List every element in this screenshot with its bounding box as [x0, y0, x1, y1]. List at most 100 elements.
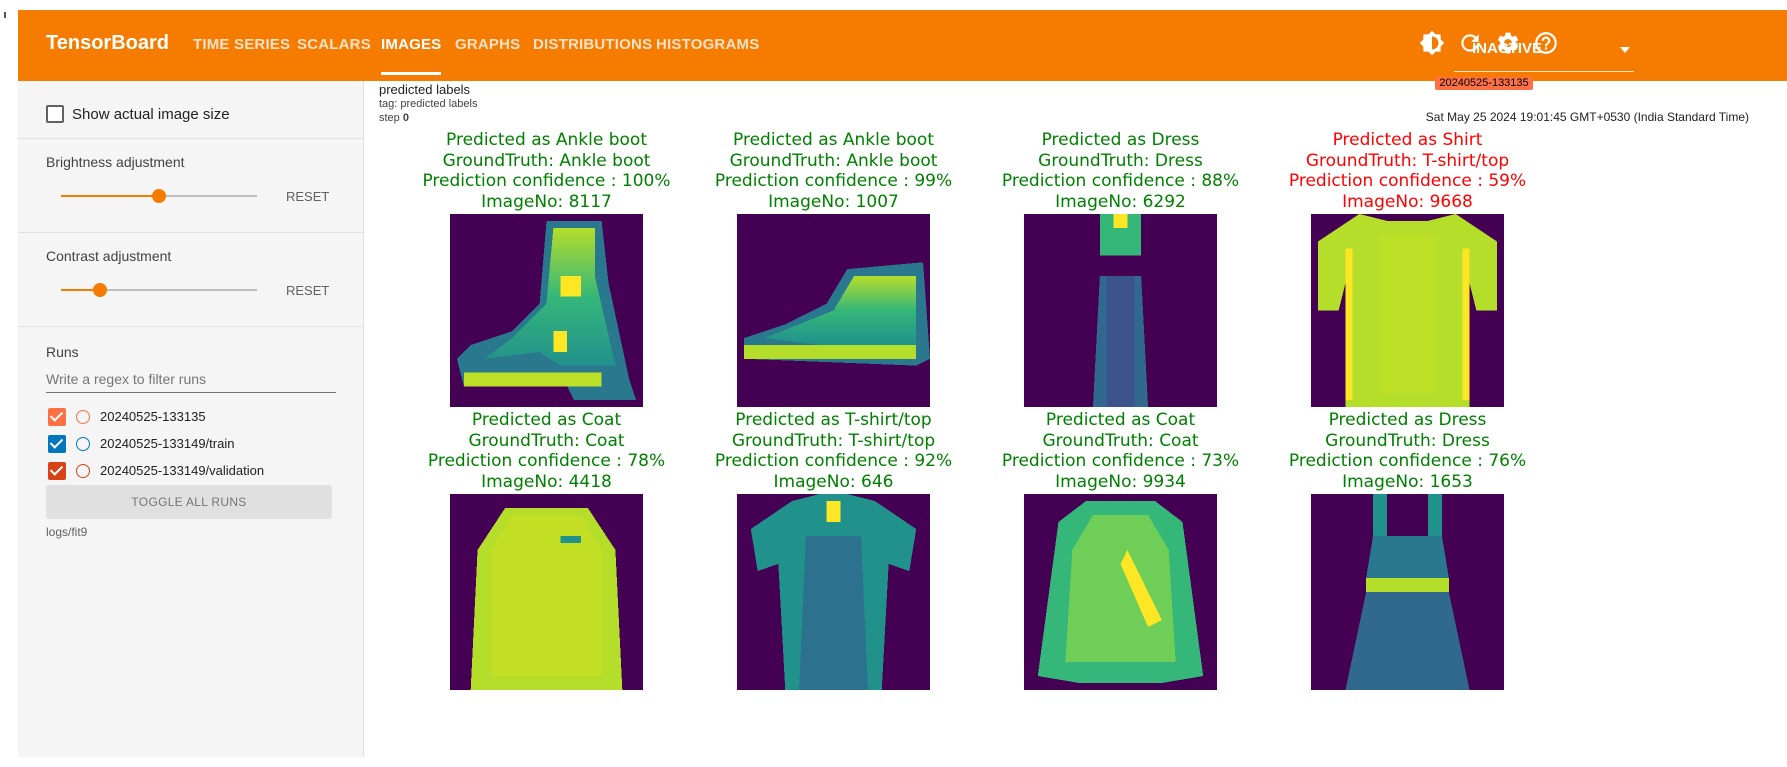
jacket-image[interactable]	[1024, 494, 1217, 690]
app-brand[interactable]: TensorBoard	[46, 32, 169, 55]
sidebar: Show actual image size Brightness adjust…	[18, 81, 364, 757]
caption-confidence: Prediction confidence : 76%	[1288, 451, 1527, 471]
card-title: predicted labels	[379, 82, 471, 97]
contrast-section: Contrast adjustment RESET	[18, 233, 364, 327]
polo-shirt-image[interactable]	[737, 494, 930, 690]
prediction-caption: Predicted as Ankle boot GroundTruth: Ankl…	[690, 130, 977, 212]
run-color-circle-icon[interactable]	[76, 410, 90, 424]
caption-truth: GroundTruth: Ankle boot	[729, 150, 938, 171]
run-checkbox[interactable]	[48, 408, 66, 426]
run-name: 20240525-133149/validation	[100, 463, 265, 478]
caption-predicted: Predicted as T-shirt/top	[735, 410, 932, 430]
tab-graphs[interactable]: GRAPHS	[455, 36, 520, 53]
show-actual-size-section: Show actual image size	[18, 81, 364, 139]
caption-confidence: Prediction confidence : 92%	[714, 451, 953, 471]
card-tag: tag: predicted labels	[379, 98, 478, 110]
run-checkbox[interactable]	[48, 462, 66, 480]
pinafore-dress-image[interactable]	[1311, 494, 1504, 690]
caption-truth: GroundTruth: Dress	[1038, 150, 1203, 171]
contrast-slider-thumb[interactable]	[93, 283, 108, 297]
prediction-caption: Predicted as Coat GroundTruth: Coat Predic…	[403, 410, 690, 492]
brightness-slider-thumb[interactable]	[152, 189, 166, 203]
prediction-image-cell: Predicted as Ankle boot GroundTruth: Ankl…	[403, 130, 690, 410]
tab-distributions[interactable]: DISTRIBUTIONS	[533, 36, 652, 53]
window-edge	[0, 0, 18, 767]
caption-predicted: Predicted as Shirt	[1332, 130, 1483, 150]
dress-image[interactable]	[1024, 214, 1217, 407]
prediction-caption: Predicted as Ankle boot GroundTruth: Ankl…	[403, 130, 690, 212]
refresh-icon[interactable]	[1457, 30, 1483, 56]
tab-time-series[interactable]: TIME SERIES	[193, 36, 290, 53]
caption-truth: GroundTruth: Coat	[468, 430, 625, 451]
coat-image[interactable]	[450, 494, 643, 690]
caption-predicted: Predicted as Coat	[1045, 410, 1196, 430]
prediction-image-cell: Predicted as Coat GroundTruth: Coat Predic…	[977, 410, 1264, 690]
caption-truth: GroundTruth: T-shirt/top	[731, 430, 936, 451]
prediction-image-cell: Predicted as T-shirt/top GroundTruth: T-s…	[690, 410, 977, 690]
caption-predicted: Predicted as Ankle boot	[733, 130, 934, 150]
prediction-caption: Predicted as Dress GroundTruth: Dress Pred…	[1264, 410, 1551, 492]
caption-confidence: Prediction confidence : 100%	[422, 171, 671, 191]
caption-confidence: Prediction confidence : 99%	[714, 171, 953, 191]
contrast-reset-button[interactable]: RESET	[286, 283, 329, 298]
run-item[interactable]: 20240525-133149/validation	[48, 461, 348, 483]
run-item[interactable]: 20240525-133149/train	[48, 434, 348, 456]
show-actual-size-checkbox[interactable]	[46, 105, 64, 123]
tab-histograms[interactable]: HISTOGRAMS	[656, 36, 759, 53]
caption-image-no: ImageNo: 9668	[1342, 191, 1473, 212]
contrast-label: Contrast adjustment	[46, 248, 172, 264]
run-chip: 20240525-133135	[1435, 77, 1533, 90]
prediction-caption: Predicted as Coat GroundTruth: Coat Predic…	[977, 410, 1264, 492]
caption-predicted: Predicted as Dress	[1328, 410, 1487, 430]
caption-image-no: ImageNo: 9934	[1055, 471, 1186, 492]
help-icon[interactable]	[1533, 30, 1559, 56]
show-actual-size-label: Show actual image size	[72, 106, 230, 123]
runs-filter-input[interactable]	[46, 365, 336, 393]
brightness-section: Brightness adjustment RESET	[18, 139, 364, 233]
tab-images[interactable]: IMAGES	[381, 36, 442, 75]
run-color-circle-icon[interactable]	[76, 464, 90, 478]
run-item[interactable]: 20240525-133135	[48, 407, 348, 429]
caption-confidence: Prediction confidence : 88%	[1001, 171, 1240, 191]
prediction-image-cell: Predicted as Ankle boot GroundTruth: Ankl…	[690, 130, 977, 410]
caption-predicted: Predicted as Ankle boot	[446, 130, 647, 150]
run-color-circle-icon[interactable]	[76, 437, 90, 451]
images-main-panel: 20240525-133135 predicted labels tag: pr…	[364, 77, 1787, 757]
prediction-image-cell: Predicted as Dress GroundTruth: Dress Pred…	[1264, 410, 1551, 690]
run-checkbox[interactable]	[48, 435, 66, 453]
caption-image-no: ImageNo: 4418	[481, 471, 612, 492]
tensorboard-window: TensorBoard TIME SERIES SCALARS IMAGES G…	[18, 10, 1787, 757]
prediction-caption: Predicted as Dress GroundTruth: Dress Pred…	[977, 130, 1264, 212]
chevron-down-icon	[1620, 47, 1630, 53]
caption-image-no: ImageNo: 8117	[481, 191, 612, 212]
caption-truth: GroundTruth: Ankle boot	[442, 150, 651, 171]
caption-predicted: Predicted as Dress	[1041, 130, 1200, 150]
brightness-reset-button[interactable]: RESET	[286, 189, 329, 204]
t-shirt-image[interactable]	[1311, 214, 1504, 407]
prediction-image-cell: Predicted as Coat GroundTruth: Coat Predic…	[403, 410, 690, 690]
brightness-icon[interactable]	[1419, 30, 1445, 56]
toggle-all-runs-button[interactable]: TOGGLE ALL RUNS	[46, 485, 332, 519]
prediction-caption: Predicted as T-shirt/top GroundTruth: T-s…	[690, 410, 977, 492]
card-timestamp: Sat May 25 2024 19:01:45 GMT+0530 (India…	[1425, 110, 1749, 124]
settings-icon[interactable]	[1495, 30, 1521, 56]
sneaker-boot-image[interactable]	[737, 214, 930, 407]
caption-truth: GroundTruth: Dress	[1325, 430, 1490, 451]
run-name: 20240525-133135	[100, 409, 206, 424]
top-toolbar: TensorBoard TIME SERIES SCALARS IMAGES G…	[18, 10, 1787, 81]
caption-truth: GroundTruth: Coat	[1042, 430, 1199, 451]
step-value: 0	[402, 112, 409, 124]
caption-image-no: ImageNo: 646	[773, 471, 894, 492]
tab-scalars[interactable]: SCALARS	[297, 36, 371, 53]
caption-image-no: ImageNo: 1007	[768, 191, 899, 212]
brightness-slider-fill	[61, 195, 159, 197]
caption-truth: GroundTruth: T-shirt/top	[1305, 150, 1510, 171]
card-step: step 0	[379, 112, 409, 124]
logdir-label: logs/fit9	[46, 525, 88, 539]
runs-title: Runs	[46, 344, 79, 360]
step-label: step	[379, 112, 400, 124]
brightness-label: Brightness adjustment	[46, 154, 185, 170]
ankle-boot-image[interactable]	[450, 214, 643, 407]
caption-confidence: Prediction confidence : 78%	[427, 451, 666, 471]
prediction-image-cell: Predicted as Dress GroundTruth: Dress Pred…	[977, 130, 1264, 410]
